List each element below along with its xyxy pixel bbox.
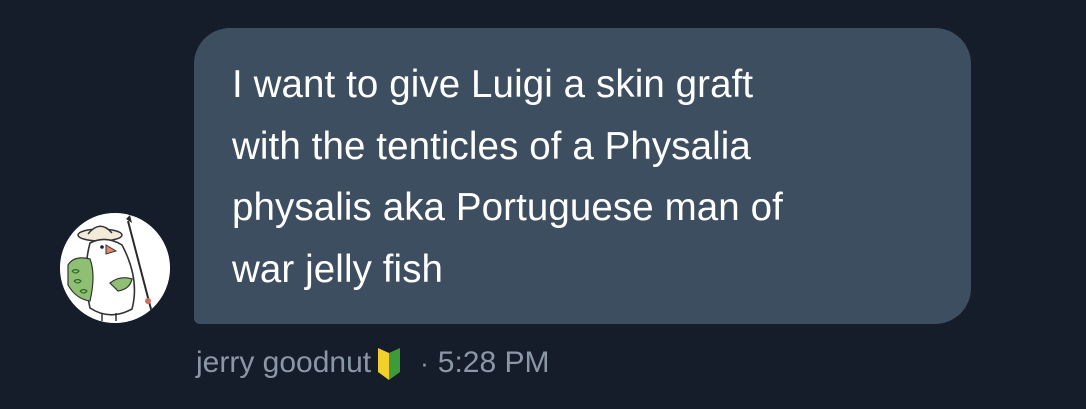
sender-avatar[interactable] <box>60 213 170 323</box>
message-meta: jerry goodnut · 5:28 PM <box>196 341 550 385</box>
bird-avatar-icon <box>60 213 170 323</box>
message-timestamp: 5:28 PM <box>437 346 550 379</box>
meta-separator: · <box>420 347 429 378</box>
sender-name[interactable]: jerry goodnut <box>196 346 371 380</box>
beginner-leaf-icon <box>374 347 404 381</box>
message-text: I want to give Luigi a skin graft with t… <box>232 63 783 291</box>
message-bubble[interactable]: I want to give Luigi a skin graft with t… <box>194 28 971 324</box>
